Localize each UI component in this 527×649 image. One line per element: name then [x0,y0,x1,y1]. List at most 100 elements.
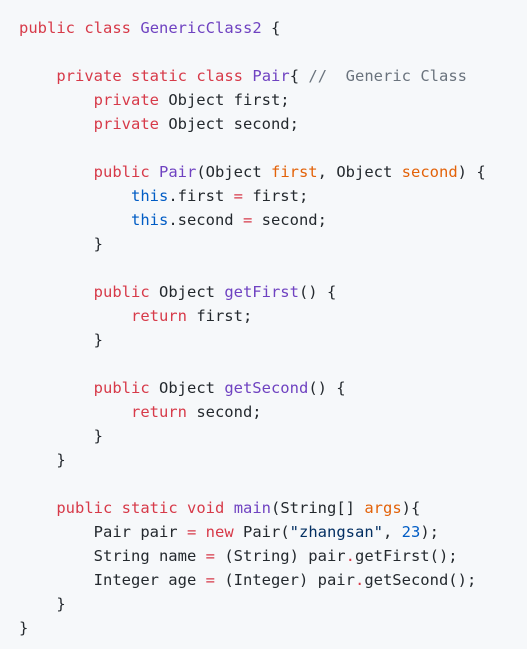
code-token: (String[] [271,499,365,517]
code-token: Pair [252,67,290,85]
code-token: this [130,211,169,229]
code-token: , [383,523,402,541]
code-line: public class GenericClass2 { [19,16,527,40]
code-line: private static class Pair{ // Generic Cl… [19,64,527,88]
code-token: ); [420,523,440,541]
code-token: Pair [159,163,197,181]
code-token: = [186,523,197,541]
code-token: getSecond [224,379,309,397]
code-token: getFirst [224,283,299,301]
code-line: } [19,328,527,352]
code-token: void [187,499,225,517]
code-token: "zhangsan" [289,523,383,541]
code-line: public Object getFirst() { [19,280,527,304]
code-token: .first [168,187,234,205]
code-token: return [130,403,187,421]
code-token: Integer age [19,571,206,589]
code-token: } [19,235,103,253]
code-line: public Object getSecond() { [19,376,527,400]
code-line: this.second = second; [19,208,527,232]
code-line: } [19,616,527,640]
code-token: getFirst(); [354,547,458,565]
code-token: class [196,67,244,85]
code-line: } [19,232,527,256]
code-block: public class GenericClass2 { private sta… [0,0,527,649]
code-token: Pair pair [19,523,187,541]
code-token: } [19,427,103,445]
code-token: = [205,571,215,589]
code-token: first; [186,307,253,325]
code-token: first; [242,187,309,205]
code-line: private Object first; [19,88,527,112]
code-token: Object [149,379,225,397]
code-token: (Object [196,163,271,181]
code-token: second [401,163,458,181]
code-token: = [205,547,215,565]
code-token: Object first; [158,91,290,109]
code-token: Object second; [158,115,299,133]
code-line: } [19,424,527,448]
code-token: { [289,67,309,85]
code-token: String name [19,547,206,565]
code-token: { [261,19,281,37]
code-token: public [93,163,150,181]
code-token: GenericClass2 [140,19,262,37]
code-token: } [19,595,66,613]
code-line: String name = (String) pair.getFirst(); [19,544,527,568]
code-line: public static void main(String[] args){ [19,496,527,520]
code-token: args [364,499,402,517]
code-token: (String) pair [214,547,346,565]
code-token: Pair( [233,523,290,541]
code-token: public [19,19,75,37]
code-token: } [19,619,29,637]
code-token: second; [252,211,327,229]
code-token: . [345,547,355,565]
code-line: this.first = first; [19,184,527,208]
code-token: second; [186,403,262,421]
code-token: Object [149,283,225,301]
code-token: main [233,499,272,517]
code-line: Pair pair = new Pair("zhangsan", 23); [19,520,527,544]
code-lines: public class GenericClass2 { private sta… [19,16,527,640]
code-line: private Object second; [19,112,527,136]
code-line: Integer age = (Integer) pair.getSecond()… [19,568,527,592]
code-token: ){ [401,499,421,517]
code-line: return first; [19,304,527,328]
code-token: public [93,283,150,301]
code-token: class [84,19,132,37]
code-token: = [242,211,253,229]
code-line: public Pair(Object first, Object second)… [19,160,527,184]
code-token: static [121,499,178,517]
code-line: } [19,448,527,472]
code-token: .second [168,211,243,229]
code-token: , Object [317,163,402,181]
code-token: = [233,187,243,205]
code-token: public [93,379,150,397]
code-token: static [131,67,187,85]
code-token: (Integer) pair [214,571,355,589]
code-token: () { [308,379,346,397]
